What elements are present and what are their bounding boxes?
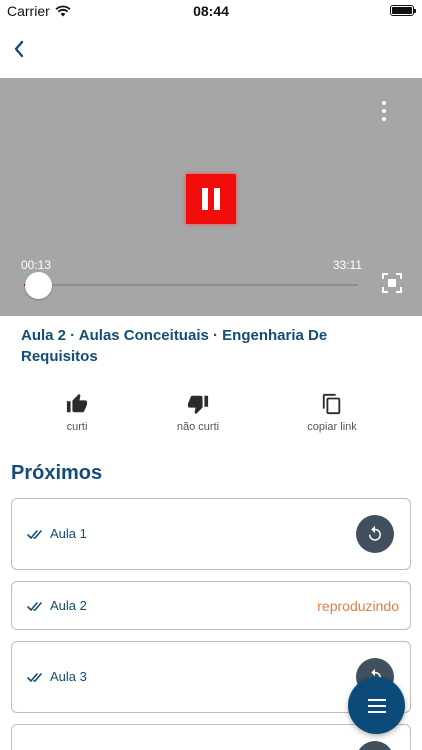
menu-fab-button[interactable]: [348, 677, 405, 734]
more-options-button[interactable]: [374, 100, 394, 122]
pause-button[interactable]: [186, 174, 236, 224]
menu-line-icon: [367, 710, 386, 713]
replay-icon: [369, 525, 381, 541]
double-check-icon: [27, 601, 42, 611]
double-check-icon: [27, 673, 42, 682]
total-time: 33:11: [332, 258, 362, 272]
replay-button[interactable]: [356, 515, 394, 553]
dot-icon: [382, 109, 386, 113]
thumbs-up-icon: [66, 393, 88, 413]
dot-icon: [382, 101, 386, 105]
lesson-title: Aula 2 · Aulas Conceituais · Engenharia …: [21, 327, 328, 365]
video-player[interactable]: 00:13 33:11: [0, 78, 422, 316]
lesson-item-1[interactable]: Aula 1: [11, 498, 411, 570]
like-button[interactable]: curti: [17, 393, 137, 433]
lesson-item-name: Aula 3: [50, 669, 87, 684]
lesson-item-4[interactable]: [11, 724, 411, 750]
copy-link-label: copiar link: [307, 421, 357, 433]
dislike-label: não curti: [176, 421, 220, 433]
back-button[interactable]: [4, 34, 34, 64]
status-bar: Carrier 08:44: [0, 0, 422, 24]
menu-line-icon: [367, 704, 386, 707]
like-label: curti: [66, 421, 88, 433]
dot-icon: [382, 117, 386, 121]
pause-bar-icon: [214, 188, 220, 210]
lesson-actions: curti não curti copiar link: [0, 393, 422, 438]
pause-bar-icon: [202, 188, 208, 210]
current-time: 00:13: [21, 258, 52, 272]
navigation-bar: [0, 30, 422, 70]
progress-scrubber[interactable]: [25, 272, 52, 299]
double-check-icon: [27, 530, 42, 539]
playing-status: reproduzindo: [317, 597, 399, 614]
thumbs-down-icon: [187, 395, 209, 415]
copy-icon: [322, 393, 341, 415]
menu-line-icon: [367, 698, 386, 701]
progress-track[interactable]: [24, 284, 358, 286]
status-time: 08:44: [193, 3, 229, 19]
chevron-left-icon: [14, 40, 24, 58]
replay-button[interactable]: [356, 741, 394, 750]
dislike-button[interactable]: não curti: [138, 393, 258, 433]
copy-link-button[interactable]: copiar link: [272, 393, 392, 433]
next-section-title: Próximos: [11, 462, 103, 484]
lesson-item-2[interactable]: Aula 2 reproduzindo: [11, 581, 411, 630]
fullscreen-icon[interactable]: [382, 273, 402, 293]
lesson-item-name: Aula 1: [50, 526, 87, 541]
battery-icon: [390, 5, 416, 16]
lesson-item-name: Aula 2: [50, 597, 87, 613]
